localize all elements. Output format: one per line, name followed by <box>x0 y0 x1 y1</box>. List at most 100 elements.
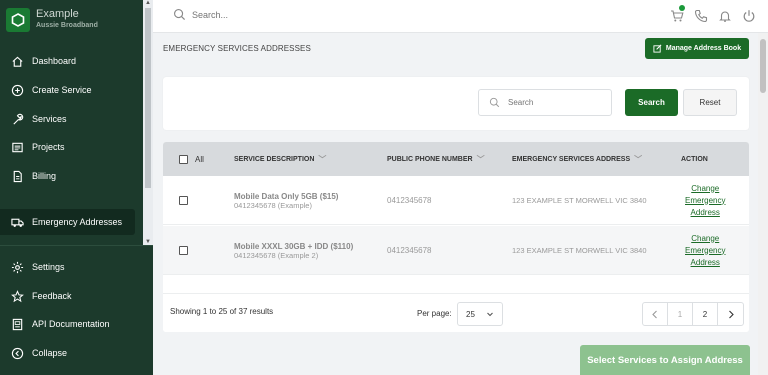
service-subtitle: 0412345678 (Example) <box>234 200 312 210</box>
page-button-2[interactable]: 2 <box>693 303 718 325</box>
next-page-button[interactable] <box>718 303 743 325</box>
action-link-line: Change <box>691 183 720 193</box>
sidebar-item-label: Dashboard <box>32 56 77 66</box>
sidebar-item-settings[interactable]: Settings <box>0 254 143 280</box>
phone-number: 0412345678 <box>387 246 432 255</box>
row-select[interactable] <box>179 226 188 275</box>
page-title: EMERGENCY SERVICES ADDRESSES <box>163 44 311 53</box>
action-link-line: Emergency <box>685 245 726 255</box>
per-page-select[interactable]: 25 <box>457 302 503 326</box>
sidebar-item-services[interactable]: Services <box>0 106 143 132</box>
brand-subtitle: Aussie Broadband <box>36 22 98 29</box>
column-header-label: ACTION <box>681 155 708 163</box>
search-button[interactable]: Search <box>625 89 678 116</box>
brand-name: Example <box>36 8 79 20</box>
action-link-line: Change <box>691 233 720 243</box>
table-header: All SERVICE DESCRIPTION ﹀ PUBLIC PHONE NU… <box>163 142 749 176</box>
collapse-icon <box>11 347 24 359</box>
sidebar-item-feedback[interactable]: Feedback <box>0 283 143 309</box>
sidebar-item-projects[interactable]: Projects <box>0 134 143 160</box>
truck-icon <box>11 218 24 227</box>
filter-card: Search Reset <box>163 77 749 130</box>
phone-number: 0412345678 <box>387 196 432 205</box>
select-all-label: All <box>195 154 204 164</box>
page-header: EMERGENCY SERVICES ADDRESSES Manage Addr… <box>153 33 758 65</box>
sidebar-item-label: Emergency Addresses <box>32 217 123 227</box>
manage-address-book-label: Manage Address Book <box>665 45 742 52</box>
pagination: 1 2 <box>642 302 744 326</box>
sidebar-item-label: Collapse <box>32 348 68 358</box>
row-checkbox[interactable] <box>179 196 188 205</box>
sidebar-item-label: Settings <box>32 262 65 272</box>
filter-search-input[interactable] <box>508 98 598 107</box>
global-search-input[interactable] <box>192 9 392 20</box>
sidebar-item-label: Projects <box>32 142 65 152</box>
sidebar: Example Aussie Broadband Dashboard Creat… <box>0 0 153 375</box>
select-all-checkbox[interactable] <box>179 154 188 164</box>
filter-search-field[interactable] <box>478 89 612 116</box>
service-description: Mobile XXXL 30GB + IDD ($110) 0412345678… <box>234 226 353 275</box>
bell-icon[interactable] <box>718 9 732 23</box>
cart-icon[interactable] <box>670 5 685 23</box>
topbar <box>153 0 768 33</box>
manage-address-book-button[interactable]: Manage Address Book <box>645 38 749 59</box>
chevron-down-icon: ﹀ <box>318 154 327 164</box>
prev-page-button[interactable] <box>643 303 668 325</box>
assign-address-button[interactable]: Select Services to Assign Address <box>580 345 750 375</box>
scrollbar-thumb[interactable] <box>145 8 151 188</box>
search-icon <box>489 97 500 108</box>
sidebar-item-emergency-addresses[interactable]: Emergency Addresses <box>0 209 135 235</box>
chevron-right-icon <box>728 310 734 318</box>
change-emergency-address-link[interactable]: Change Emergency Address <box>685 226 725 275</box>
brand[interactable]: Example Aussie Broadband <box>6 8 98 32</box>
reset-button[interactable]: Reset <box>683 89 737 116</box>
service-name: Mobile Data Only 5GB ($15) <box>234 191 339 201</box>
scroll-up-icon[interactable]: ▲ <box>145 0 151 6</box>
change-emergency-address-link[interactable]: Change Emergency Address <box>685 176 725 225</box>
projects-icon <box>12 142 23 152</box>
column-header-label: PUBLIC PHONE NUMBER <box>387 155 473 163</box>
row-checkbox[interactable] <box>179 246 188 255</box>
column-header-address[interactable]: EMERGENCY SERVICES ADDRESS ﹀ <box>512 142 642 176</box>
sidebar-item-collapse[interactable]: Collapse <box>0 340 143 366</box>
global-search[interactable] <box>173 8 392 21</box>
sidebar-item-label: Billing <box>32 171 57 181</box>
per-page-label: Per page: <box>417 309 452 318</box>
chevron-down-icon: ﹀ <box>634 154 643 164</box>
action-link-line: Address <box>690 207 720 217</box>
phone-icon[interactable] <box>694 9 708 23</box>
action-link-line: Address <box>690 257 720 267</box>
sidebar-item-label: Create Service <box>32 85 92 95</box>
chevron-left-icon <box>652 310 657 318</box>
sidebar-item-api-documentation[interactable]: API Documentation <box>0 311 143 337</box>
service-description: Mobile Data Only 5GB ($15) 0412345678 (E… <box>234 176 338 225</box>
sidebar-item-billing[interactable]: Billing <box>0 163 143 189</box>
edit-icon <box>653 44 662 53</box>
sidebar-divider <box>0 245 153 246</box>
plus-circle-icon <box>11 84 24 96</box>
sidebar-item-label: Services <box>32 114 67 124</box>
column-header-label: SERVICE DESCRIPTION <box>234 155 315 163</box>
home-icon <box>12 56 23 67</box>
sidebar-scrollbar[interactable]: ▲ ▼ <box>143 0 153 245</box>
emergency-address: 123 EXAMPLE ST MORWELL VIC 3840 <box>512 196 647 205</box>
table-footer: Showing 1 to 25 of 37 results Per page: … <box>163 293 749 332</box>
gear-icon <box>11 261 24 273</box>
hexagon-logo-icon <box>6 8 30 32</box>
column-header-phone[interactable]: PUBLIC PHONE NUMBER ﹀ <box>387 142 485 176</box>
scrollbar-thumb[interactable] <box>760 39 766 93</box>
chevron-down-icon <box>487 312 493 317</box>
select-all[interactable]: All <box>179 142 204 176</box>
action-link-line: Emergency <box>685 195 726 205</box>
column-header-service[interactable]: SERVICE DESCRIPTION ﹀ <box>234 142 326 176</box>
api-doc-icon <box>12 318 23 330</box>
table-row: Mobile XXXL 30GB + IDD ($110) 0412345678… <box>163 226 749 275</box>
sidebar-item-dashboard[interactable]: Dashboard <box>0 48 143 74</box>
main-scrollbar[interactable] <box>758 33 768 375</box>
sidebar-item-create-service[interactable]: Create Service <box>0 77 143 103</box>
emergency-address: 123 EXAMPLE ST MORWELL VIC 3840 <box>512 246 647 255</box>
power-icon[interactable] <box>742 9 756 23</box>
page-button-1[interactable]: 1 <box>668 303 693 325</box>
service-subtitle: 0412345678 (Example 2) <box>234 250 319 260</box>
row-select[interactable] <box>179 176 188 225</box>
